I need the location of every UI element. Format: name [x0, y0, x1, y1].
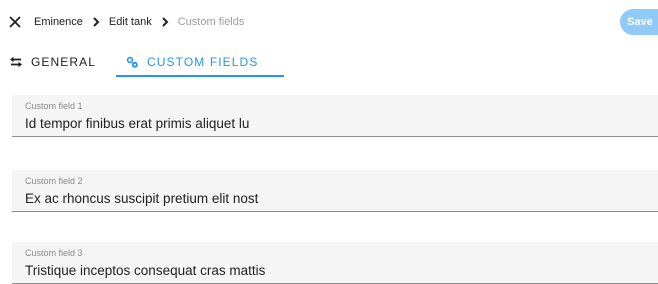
chevron-right-icon [83, 13, 109, 31]
custom-field-2-input[interactable]: Ex ac rhoncus suscipit pretium elit nost [25, 191, 655, 206]
custom-field-1[interactable]: Custom field 1 Id tempor finibus erat pr… [12, 95, 658, 137]
settings-cogs-icon [126, 56, 138, 68]
custom-field-2[interactable]: Custom field 2 Ex ac rhoncus suscipit pr… [12, 170, 658, 212]
chevron-right-icon [152, 13, 178, 31]
custom-field-3-input[interactable]: Tristique inceptos consequat cras mattis [25, 263, 655, 278]
save-button[interactable]: Save [620, 9, 658, 35]
close-button[interactable] [6, 13, 24, 31]
custom-field-1-label: Custom field 1 [25, 101, 83, 111]
breadcrumb-eminence[interactable]: Eminence [34, 16, 83, 28]
top-bar: Eminence Edit tank Custom fields Save [0, 0, 658, 44]
tab-custom-fields-label: CUSTOM FIELDS [147, 55, 259, 69]
custom-field-3[interactable]: Custom field 3 Tristique inceptos conseq… [12, 242, 658, 284]
custom-field-2-label: Custom field 2 [25, 176, 83, 186]
active-tab-indicator [116, 75, 284, 77]
breadcrumb-custom-fields: Custom fields [177, 16, 245, 28]
custom-field-1-input[interactable]: Id tempor finibus erat primis aliquet lu [25, 116, 655, 131]
tab-general[interactable]: GENERAL [9, 46, 96, 78]
tab-general-label: GENERAL [31, 55, 97, 69]
swap-horizontal-icon [10, 56, 22, 68]
close-icon [9, 16, 21, 28]
breadcrumb: Eminence Edit tank Custom fields [34, 13, 244, 31]
custom-field-3-label: Custom field 3 [25, 248, 83, 258]
tab-custom-fields[interactable]: CUSTOM FIELDS [126, 46, 258, 78]
tab-bar: GENERAL CUSTOM FIELDS [0, 46, 658, 78]
breadcrumb-edit-tank[interactable]: Edit tank [109, 16, 152, 28]
